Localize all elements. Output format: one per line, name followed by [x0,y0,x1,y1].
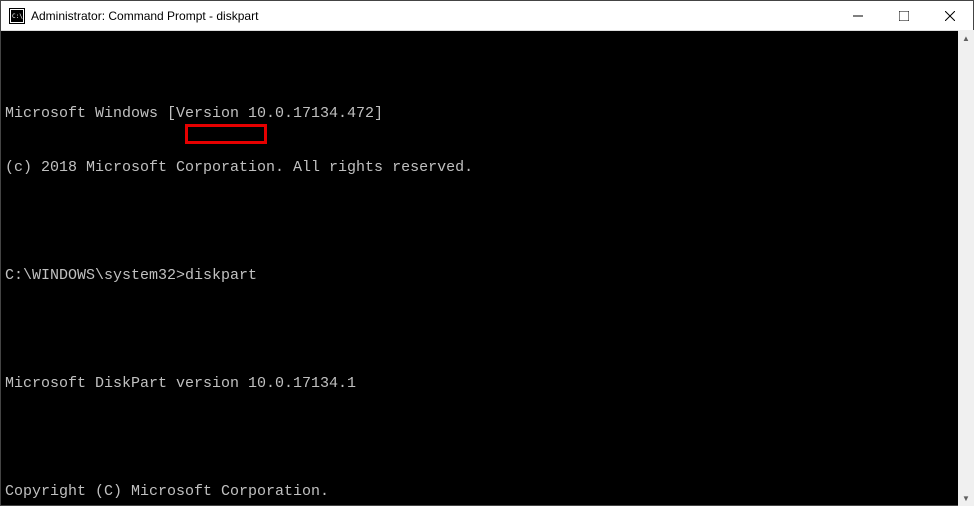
console-line: Copyright (C) Microsoft Corporation. [5,483,969,501]
console-line: Microsoft DiskPart version 10.0.17134.1 [5,375,969,393]
typed-command: diskpart [185,267,257,284]
console-content: Microsoft Windows [Version 10.0.17134.47… [5,69,969,505]
scroll-up-arrow-icon[interactable]: ▲ [958,30,974,46]
maximize-button[interactable] [881,1,927,30]
console-line [5,213,969,231]
console-line [5,321,969,339]
svg-text:C:\: C:\ [12,13,23,20]
scroll-down-arrow-icon[interactable]: ▼ [958,490,974,506]
console-line [5,429,969,447]
console-line: (c) 2018 Microsoft Corporation. All righ… [5,159,969,177]
titlebar[interactable]: C:\ Administrator: Command Prompt - disk… [1,1,973,31]
console-line: C:\WINDOWS\system32>diskpart [5,267,969,285]
window-controls [835,1,973,30]
close-button[interactable] [927,1,973,30]
cmd-icon: C:\ [9,8,25,24]
vertical-scrollbar[interactable]: ▲ ▼ [958,30,974,506]
console-area[interactable]: Microsoft Windows [Version 10.0.17134.47… [1,31,973,505]
minimize-button[interactable] [835,1,881,30]
highlight-annotation [185,124,267,144]
console-line: Microsoft Windows [Version 10.0.17134.47… [5,105,969,123]
prompt-path: C:\WINDOWS\system32> [5,267,185,284]
window-title: Administrator: Command Prompt - diskpart [31,9,835,23]
command-prompt-window: C:\ Administrator: Command Prompt - disk… [0,0,974,506]
